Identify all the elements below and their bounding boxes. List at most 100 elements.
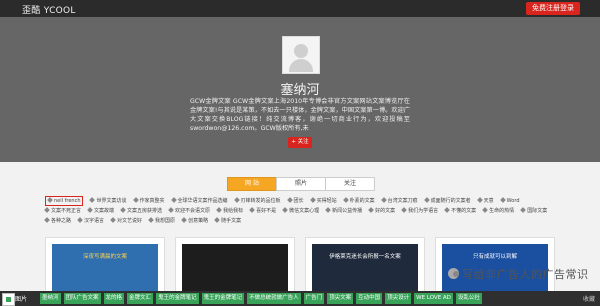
tag-label: 汉字语言 — [84, 218, 105, 224]
footer-link[interactable]: 鬼王的金牌笔记 — [201, 293, 245, 304]
tab-website[interactable]: 网 站 — [227, 177, 277, 191]
tag-icon — [216, 207, 222, 213]
tag-item[interactable]: 作家真整实 — [132, 196, 165, 206]
post-card[interactable]: 深夜写满晨的文案 — [45, 237, 165, 299]
tag-item[interactable]: 各种之路 — [44, 216, 71, 226]
tag-label: 成面随行的文案者 — [430, 198, 471, 204]
tag-label: 世界文案访谈 — [96, 198, 127, 204]
tag-label: 不懂的文案 — [451, 208, 477, 214]
tag-item[interactable]: 喜好不是 — [249, 206, 276, 216]
tag-label: 买得轻站 — [316, 198, 337, 204]
tag-icon — [520, 207, 527, 213]
tag-item[interactable]: 我想国原 — [148, 216, 176, 226]
tag-icon — [368, 207, 374, 213]
tab-photos[interactable]: 照片 — [276, 177, 326, 191]
avatar-body-icon — [289, 59, 313, 72]
tag-label: 国际文案 — [527, 208, 548, 214]
tag-label: 随手文案 — [221, 218, 242, 224]
tag-item[interactable]: 台湾文案刀痕 — [380, 196, 418, 206]
tag-item[interactable]: 文案故端 — [87, 206, 114, 216]
tag-item[interactable]: 全球华语文案作品选编 — [170, 196, 228, 206]
tag-icon — [181, 217, 187, 223]
tag-icon — [110, 217, 116, 223]
tag-item[interactable]: 微信文案心理 — [282, 206, 319, 216]
footer-link[interactable]: 鬼王的金牌笔记 — [156, 293, 199, 304]
tag-item[interactable]: 新闻公益传播 — [325, 206, 362, 216]
site-logo[interactable]: 歪酷 YCOOL — [22, 3, 76, 16]
tag-icon — [380, 197, 387, 203]
tag-item[interactable]: 随手文案 — [214, 216, 242, 226]
avatar-head-icon — [294, 44, 308, 58]
tag-item[interactable]: 生命的热情 — [482, 206, 514, 216]
tag-item[interactable]: 不懂的文案 — [444, 206, 477, 216]
footer-favorite[interactable]: 收藏 — [583, 294, 595, 303]
tag-item[interactable]: 文案五房获排选 — [120, 206, 163, 216]
footer-link[interactable]: WE LOVE AD — [414, 293, 453, 304]
tag-icon — [87, 207, 93, 213]
footer-link[interactable]: 设乱公社 — [455, 293, 482, 304]
tag-icon — [401, 207, 407, 213]
tag-label: neil french — [54, 198, 81, 204]
profile-name: 塞纳河 — [280, 83, 320, 98]
footer-link[interactable]: 团队广告文案 — [63, 293, 101, 304]
footer-link[interactable]: 墨纳河 — [40, 293, 61, 304]
tag-item[interactable]: neil french — [45, 196, 84, 206]
tag-item[interactable]: 我给我标 — [216, 206, 243, 216]
tag-item[interactable]: 国际文案 — [520, 206, 548, 216]
tag-item[interactable]: 成面随行的文案者 — [423, 196, 471, 206]
tag-icon — [44, 217, 50, 223]
tag-label: 好的文案 — [375, 208, 396, 214]
tag-label: Word — [506, 198, 520, 204]
tag-item[interactable]: 好的文案 — [368, 206, 396, 216]
avatar — [282, 36, 320, 74]
tag-label: 我们为学语言 — [408, 208, 439, 214]
tag-item[interactable]: 文案不死正言 — [44, 206, 82, 216]
profile-description: GCW金牌文案 GCW金牌文案上海2010年专博会非官方文案网站文案博览厅在金牌… — [190, 98, 410, 132]
tag-label: 我想国原 — [155, 218, 176, 224]
follow-button[interactable]: + 关注 — [288, 137, 312, 148]
tag-item[interactable]: 天意 — [476, 196, 494, 206]
footer-link[interactable]: 互动中国 — [356, 293, 383, 304]
tag-item[interactable]: 团长 — [286, 196, 304, 206]
wechat-icon — [448, 268, 459, 279]
post-card[interactable]: 伊格莱克迷长会所报一名文案 — [305, 237, 425, 299]
footer-link[interactable]: 广告门 — [303, 293, 325, 304]
tag-icon — [120, 207, 126, 213]
footer-link[interactable]: 龙的格 — [103, 293, 125, 304]
post-card-caption: 深夜写满晨的文案 — [82, 254, 127, 260]
post-card-image — [182, 244, 288, 298]
footer-app-label[interactable]: 图片 — [15, 294, 27, 303]
footer-link[interactable]: 顶尖文案 — [327, 293, 354, 304]
tag-item[interactable]: Word — [499, 196, 520, 206]
post-card-image: 伊格莱克迷长会所报一名文案 — [312, 244, 418, 298]
tag-icon — [282, 207, 288, 213]
footer-link[interactable]: 顶尖设计 — [385, 293, 412, 304]
footer-link[interactable]: 金牌文汇 — [127, 293, 154, 304]
tag-item[interactable]: 创意策略 — [181, 216, 208, 226]
tag-label: 台湾文案刀痕 — [387, 198, 418, 204]
profile-hero: 塞纳河 GCW金牌文案 GCW金牌文案上海2010年专博会非官方文案网站文案博览… — [0, 17, 600, 162]
register-login-button[interactable]: 免费注册登录 — [526, 2, 580, 15]
tag-icon — [309, 197, 316, 203]
tab-following[interactable]: 关注 — [325, 177, 375, 191]
tag-item[interactable]: 欢迎不会语文原 — [168, 206, 210, 216]
tag-icon — [170, 197, 177, 203]
qr-icon[interactable] — [2, 293, 15, 306]
footer-link[interactable]: 不做总统就做广告人 — [247, 293, 301, 304]
post-card[interactable] — [175, 237, 295, 299]
tag-item[interactable]: 世界文案访谈 — [89, 196, 127, 206]
tag-item[interactable]: 买得轻站 — [309, 196, 337, 206]
tag-icon — [325, 207, 331, 213]
tag-item[interactable]: 我们为学语言 — [401, 206, 439, 216]
tag-label: 朴素的文案 — [349, 198, 375, 204]
tag-item[interactable]: 汉字语言 — [77, 216, 105, 226]
tag-item[interactable]: 朴素的文案 — [342, 196, 375, 206]
tag-icon — [444, 207, 450, 213]
tag-icon — [148, 217, 154, 223]
top-bar: 歪酷 YCOOL 免费注册登录 — [0, 0, 600, 17]
tag-item[interactable]: 对文艺说好 — [110, 216, 142, 226]
tag-item[interactable]: 刃锋转发的品位板 — [233, 196, 281, 206]
tag-label: 天意 — [483, 198, 494, 204]
tag-label: 文案不死正言 — [51, 208, 82, 214]
tag-label: 文案五房获排选 — [127, 208, 163, 214]
